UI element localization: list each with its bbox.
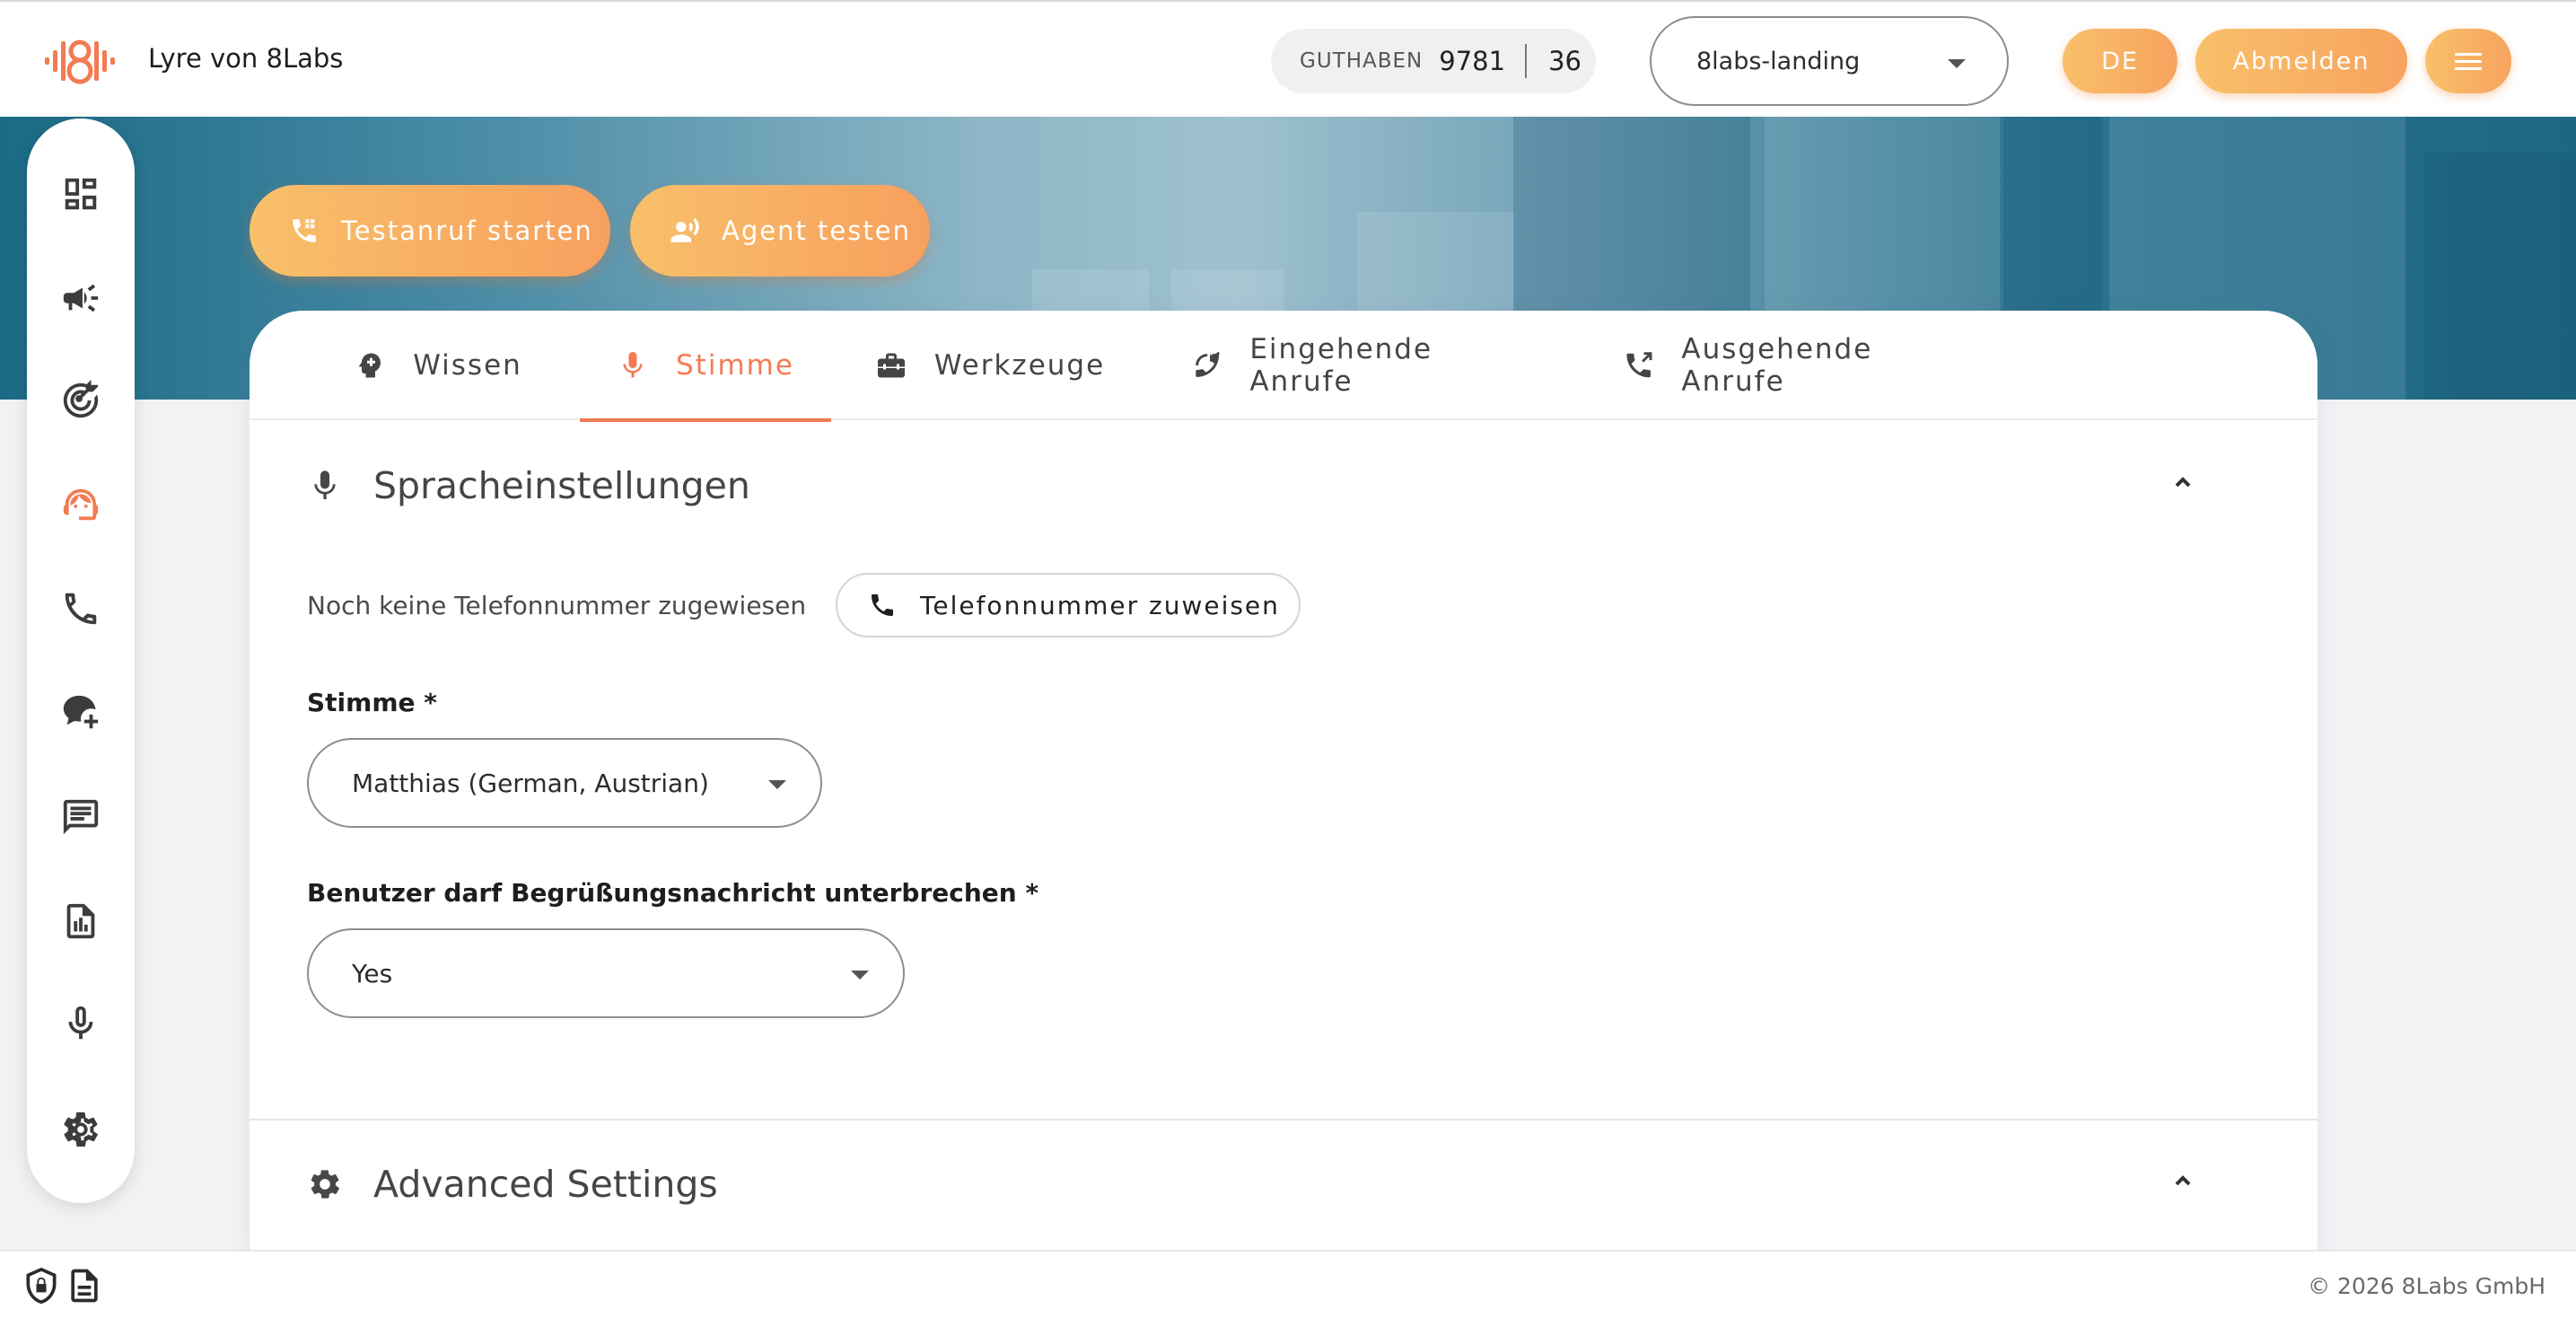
tab-stimme[interactable]: Stimme [580, 311, 831, 422]
sidebar-item-campaigns[interactable] [27, 262, 135, 334]
report-icon [66, 903, 95, 939]
assign-phone-number-button[interactable]: Telefonnummer zuweisen [836, 573, 1301, 637]
test-agent-button[interactable]: Agent testen [630, 185, 930, 277]
balance-label: GUTHABEN [1300, 49, 1424, 73]
brain-icon [359, 353, 381, 378]
target-icon [63, 380, 99, 418]
chevron-down-icon [768, 780, 786, 789]
sidebar-item-settings[interactable] [27, 1094, 135, 1165]
tab-werkzeuge[interactable]: Werkzeuge [869, 311, 1111, 420]
record-voice-icon [670, 217, 699, 242]
tab-ausgehende-anrufe[interactable]: Ausgehende Anrufe [1623, 311, 1982, 420]
sidebar-item-voice[interactable] [27, 988, 135, 1059]
interrupt-select-value: Yes [352, 958, 393, 988]
balance-divider [1525, 44, 1528, 78]
menu-button[interactable] [2425, 29, 2511, 93]
interrupt-select[interactable]: Yes [307, 928, 905, 1018]
privacy-shield-icon[interactable] [22, 1266, 61, 1305]
sidebar-item-goals[interactable] [27, 365, 135, 436]
assign-phone-number-label: Telefonnummer zuweisen [920, 590, 1280, 620]
chevron-up-icon[interactable] [2170, 1169, 2195, 1194]
test-call-button[interactable]: Testanruf starten [250, 185, 610, 277]
phone-dialpad-icon [293, 219, 316, 242]
chevron-up-icon[interactable] [2170, 470, 2195, 496]
chevron-down-icon [851, 971, 869, 980]
sidebar-item-messages[interactable] [27, 781, 135, 853]
gear-icon [311, 1170, 339, 1199]
footer: © 2026 8Labs GmbH [0, 1250, 2576, 1318]
voice-settings-title: Spracheinstellungen [373, 464, 750, 507]
phone-icon [872, 594, 893, 616]
phone-icon [65, 593, 97, 625]
top-bar: Lyre von 8Labs GUTHABEN 9781 36 8labs-la… [0, 0, 2576, 117]
sidebar-item-reports[interactable] [27, 885, 135, 957]
voice-select[interactable]: Matthias (German, Austrian) [307, 738, 822, 828]
balance-secondary: 36 [1548, 46, 1582, 76]
phone-incoming-icon [1196, 351, 1221, 377]
tab-label: Eingehende Anrufe [1249, 333, 1433, 398]
tab-label: Wissen [413, 349, 522, 382]
tab-label: Werkzeuge [933, 349, 1106, 382]
dashboard-icon [65, 178, 97, 210]
lyre-logo-icon[interactable] [45, 36, 115, 86]
tab-bar: Wissen Stimme Werkzeuge Eingehende Anruf… [250, 311, 2318, 422]
copyright-text: © 2026 8Labs GmbH [2308, 1273, 2545, 1299]
phone-outgoing-icon [1626, 352, 1652, 378]
voice-settings-header[interactable]: Spracheinstellungen [307, 463, 750, 508]
microphone-icon [314, 470, 336, 499]
project-select-value: 8labs-landing [1696, 47, 1861, 75]
section-divider [250, 1119, 2318, 1120]
microphone-icon [623, 352, 643, 378]
advanced-settings-title: Advanced Settings [373, 1163, 718, 1206]
advanced-settings-header[interactable]: Advanced Settings [307, 1162, 718, 1207]
voice-label: Stimme * [307, 688, 437, 717]
sidebar-nav [27, 119, 135, 1203]
tab-label: Stimme [676, 349, 794, 382]
test-call-label: Testanruf starten [341, 215, 593, 246]
megaphone-icon [63, 284, 99, 312]
microphone-icon [68, 1006, 93, 1040]
voice-select-value: Matthias (German, Austrian) [352, 768, 709, 798]
gear-icon [64, 1112, 98, 1147]
tab-wissen[interactable]: Wissen [339, 311, 537, 420]
language-button[interactable]: DE [2063, 29, 2177, 93]
sidebar-item-new-chat[interactable] [27, 677, 135, 749]
agent-settings-card: Wissen Stimme Werkzeuge Eingehende Anruf… [250, 311, 2318, 1253]
hamburger-icon [2455, 51, 2482, 71]
document-icon[interactable] [65, 1266, 104, 1305]
credit-balance: GUTHABEN 9781 36 [1271, 29, 1596, 93]
project-select[interactable]: 8labs-landing [1650, 16, 2009, 106]
test-agent-label: Agent testen [722, 215, 911, 246]
balance-value: 9781 [1439, 46, 1506, 76]
app-title: Lyre von 8Labs [148, 43, 344, 74]
chat-add-icon [63, 695, 99, 729]
toolbox-icon [877, 353, 905, 378]
sidebar-item-agents[interactable] [27, 469, 135, 540]
message-icon [63, 799, 99, 835]
interrupt-label: Benutzer darf Begrüßungsnachricht unterb… [307, 878, 1039, 908]
agent-face-icon [63, 488, 99, 521]
tab-eingehende-anrufe[interactable]: Eingehende Anrufe [1192, 311, 1533, 420]
sidebar-item-dashboard[interactable] [27, 158, 135, 230]
sidebar-item-calls[interactable] [27, 573, 135, 645]
no-phone-number-text: Noch keine Telefonnummer zugewiesen [307, 591, 807, 620]
chevron-down-icon [1948, 59, 1966, 68]
logout-button[interactable]: Abmelden [2195, 29, 2407, 93]
tab-label: Ausgehende Anrufe [1681, 333, 1873, 398]
